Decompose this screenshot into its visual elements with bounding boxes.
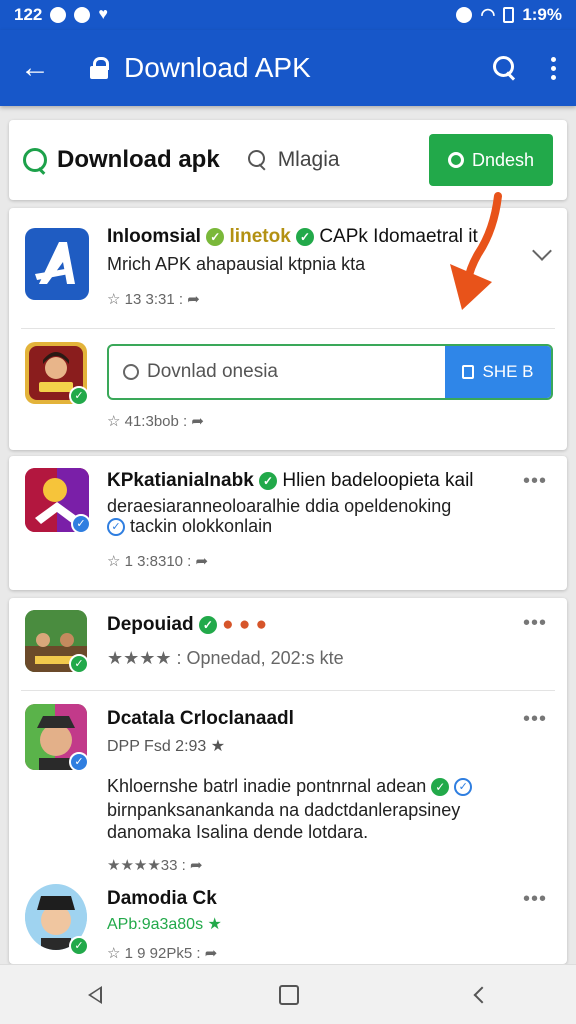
app-title[interactable]: Dcatala Crloclanaadl (107, 708, 294, 730)
app-subtitle: DPP Fsd 2:93 ★ (107, 738, 226, 755)
app-icon[interactable] (25, 228, 89, 300)
app-description-line: birnpanksanankanda na dadctdanlerapsiney (107, 800, 461, 820)
app-meta-text: 1 9 92Pk5 : (124, 945, 205, 962)
divider (21, 690, 555, 691)
more-options-icon[interactable]: ••• (523, 470, 547, 493)
emoji-icon: ● ● ● (222, 614, 268, 635)
download-field[interactable]: Dovnlad onesia SHE B (107, 344, 553, 400)
overflow-menu-icon[interactable] (551, 56, 556, 80)
app-meta: ★★★★ : Opnedad, 202:s kte (107, 648, 344, 668)
search-icon[interactable] (493, 56, 517, 80)
app-title[interactable]: Damodia Ck (107, 888, 217, 910)
app-title-text: KPkatianialnabk (107, 470, 254, 491)
app-bar: ← Download APK (0, 30, 576, 106)
app-title-text: Inloomsial (107, 226, 201, 247)
app-description-line: danomaka Isalina dende lotdara. (107, 822, 369, 842)
app-subtitle: deraesiaranneoloaralhie ddia opeldenokin… (107, 496, 452, 516)
share-icon[interactable]: ➦ (187, 291, 200, 308)
app-meta-text: ★★★★33 : (107, 857, 190, 874)
app-description-line: Khloernshe batrl inadie pontnrnal adean (107, 776, 427, 796)
heart-icon: ♥ (98, 6, 108, 23)
more-options-icon[interactable]: ••• (523, 708, 547, 731)
star-icon: ☆ (107, 291, 125, 308)
chevron-down-icon[interactable] (532, 241, 552, 261)
share-button-label: SHE B (482, 362, 534, 381)
verified-icon: ✓ (107, 518, 125, 537)
app-title-text: Depouiad (107, 614, 194, 635)
notification-icon (50, 7, 67, 23)
divider (21, 328, 555, 329)
verified-icon: ✓ (454, 778, 473, 797)
app-title-tag: linetok (229, 226, 291, 247)
verified-icon: ✓ (431, 778, 450, 797)
copy-icon (462, 365, 475, 379)
nav-back-icon[interactable] (88, 985, 103, 1004)
verified-icon: ✓ (296, 227, 315, 246)
app-meta: ★★★★33 : ➦ (107, 856, 203, 874)
search-card: Download apk Mlagia Dndesh (9, 120, 567, 200)
app-meta: ☆ 1 3:8310 : ➦ (107, 552, 208, 570)
app-meta-text: 1 3:8310 : (124, 553, 196, 570)
vibrate-icon (456, 7, 473, 23)
verified-icon: ✓ (69, 752, 89, 772)
share-icon[interactable]: ➦ (196, 553, 209, 570)
download-field-placeholder: Dovnlad onesia (147, 361, 278, 382)
share-icon[interactable]: ➦ (190, 857, 203, 874)
verified-icon: ✓ (259, 471, 278, 490)
star-icon: ☆ (107, 945, 125, 962)
search-button-label: Dndesh (471, 149, 535, 170)
battery-icon (503, 7, 515, 23)
search-title: Download apk (57, 146, 220, 173)
app-card: ✓ KPkatianialnabk ✓ Hlien badeloopieta k… (9, 456, 567, 590)
app-meta: ☆ 41:3bob : ➦ (107, 412, 204, 430)
star-icon: ☆ (107, 413, 125, 430)
verified-icon: ✓ (206, 227, 225, 246)
app-meta-text: 13 3:31 : (124, 291, 188, 308)
search-icon (23, 148, 47, 172)
app-title-suffix: Hlien badeloopieta kail (282, 470, 474, 491)
app-title[interactable]: KPkatianialnabk ✓ Hlien badeloopieta kai… (107, 470, 474, 492)
app-subtitle: Mrich APK ahapausial ktpnia kta (107, 254, 366, 274)
share-icon[interactable]: ➦ (205, 945, 218, 962)
back-arrow-icon[interactable]: ← (20, 51, 60, 85)
notification-icon (74, 7, 91, 23)
battery-level: 1:9% (522, 5, 562, 24)
verified-icon: ✓ (198, 615, 217, 634)
verified-icon: ✓ (69, 936, 89, 956)
share-icon[interactable]: ➦ (191, 413, 204, 430)
system-nav-bar (0, 964, 576, 1024)
app-subtitle-text: tackin olokkonlain (130, 516, 273, 536)
share-button[interactable]: SHE B (445, 346, 551, 398)
verified-icon: ✓ (69, 386, 89, 406)
app-meta: ☆ 13 3:31 : ➦ (107, 290, 200, 308)
app-meta: ☆ 1 9 92Pk5 : ➦ (107, 944, 217, 962)
page-title: Download APK (124, 52, 311, 83)
status-time: 122 (14, 5, 43, 24)
wifi-icon: ◠ (480, 5, 496, 24)
lock-icon (90, 57, 110, 79)
star-icon: ☆ (107, 553, 125, 570)
search-input[interactable]: Mlagia (278, 148, 429, 172)
status-bar: 122 ♥ ◠ 1:9% (0, 0, 576, 30)
more-options-icon[interactable]: ••• (523, 612, 547, 635)
verified-icon: ✓ (71, 514, 91, 534)
verified-icon: ✓ (69, 654, 89, 674)
app-description: Khloernshe batrl inadie pontnrnal adean … (107, 776, 473, 797)
search-button[interactable]: Dndesh (429, 134, 553, 186)
app-meta-text: 41:3bob : (124, 413, 192, 430)
nav-recent-icon[interactable] (473, 986, 491, 1003)
app-title[interactable]: Inloomsial ✓ linetok ✓ CAPk Idomaetral i… (107, 226, 478, 248)
annotation-arrow-icon (450, 192, 502, 310)
app-subtitle-line2: ✓ tackin olokkonlain (107, 516, 272, 537)
nav-home-icon[interactable] (278, 984, 299, 1005)
app-title[interactable]: Depouiad ✓ ● ● ● (107, 614, 267, 636)
app-logo-icon (35, 242, 75, 284)
app-list-card: ✓ Depouiad ✓ ● ● ● ••• ★★★★ : Opnedad, 2… (9, 598, 567, 964)
search-icon (247, 150, 268, 170)
search-icon (447, 152, 464, 168)
app-subtitle: APb:9a3a80s ★ (107, 916, 222, 933)
more-options-icon[interactable]: ••• (523, 888, 547, 911)
search-icon (123, 364, 139, 380)
